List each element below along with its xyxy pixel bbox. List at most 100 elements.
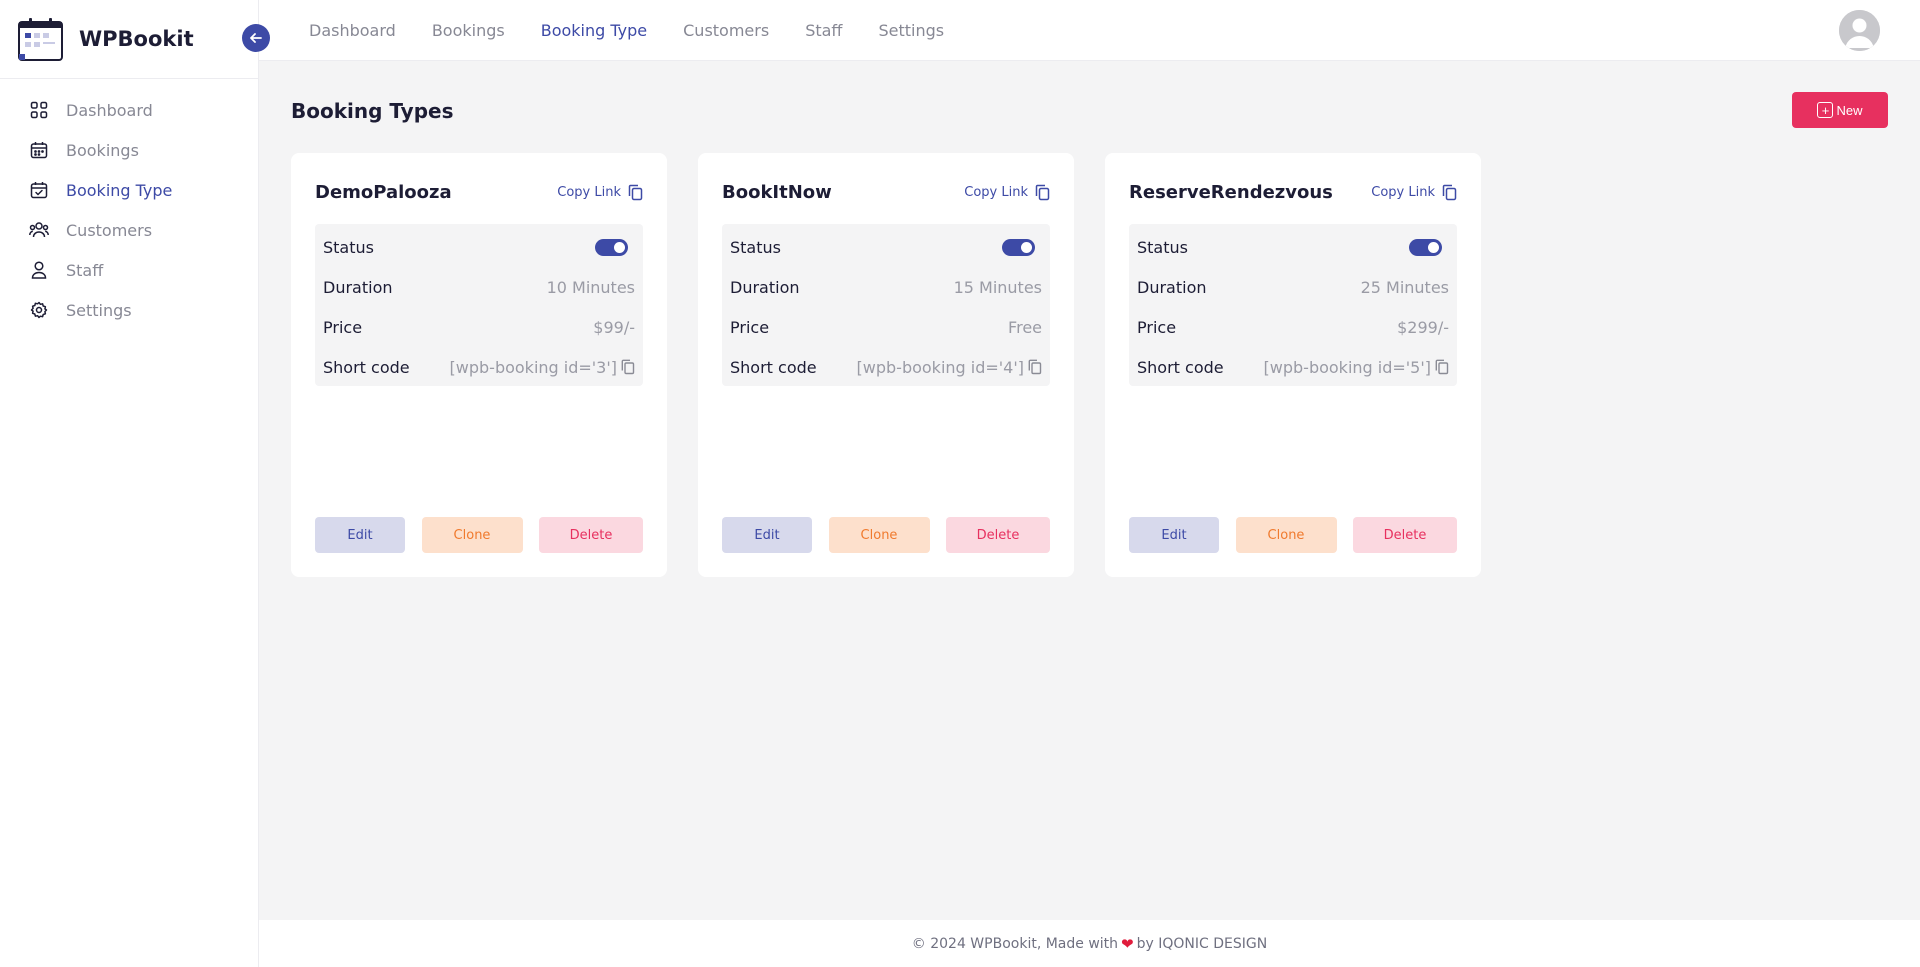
topnav-dashboard[interactable]: Dashboard (309, 21, 396, 40)
sidebar-item-label: Dashboard (66, 100, 153, 120)
copy-link-button[interactable]: Copy Link (557, 184, 643, 201)
card-details: Status Duration 15 Minutes Price Free Shor… (722, 224, 1050, 386)
duration-value: 25 Minutes (1360, 277, 1449, 297)
duration-value: 10 Minutes (546, 277, 635, 297)
avatar[interactable] (1839, 10, 1880, 51)
sidebar-item-label: Staff (66, 260, 104, 280)
booking-type-card: ReserveRendezvous Copy Link Status Durat… (1105, 153, 1481, 577)
price-label: Price (730, 317, 770, 337)
sidebar-item-label: Customers (66, 220, 153, 240)
copy-link-button[interactable]: Copy Link (1371, 184, 1457, 201)
clone-button[interactable]: Clone (1235, 517, 1337, 553)
copy-link-label: Copy Link (964, 184, 1028, 200)
card-title: ReserveRendezvous (1129, 181, 1333, 203)
price-label: Price (1137, 317, 1177, 337)
brand-name: WPBookit (79, 27, 194, 51)
booking-type-card: DemoPalooza Copy Link Status Duration 10 … (291, 153, 667, 577)
status-label: Status (323, 237, 374, 257)
clone-button[interactable]: Clone (421, 517, 523, 553)
calendar-icon (29, 140, 49, 160)
status-label: Status (1137, 237, 1188, 257)
status-toggle[interactable] (595, 238, 628, 256)
copy-shortcode-button[interactable] (621, 359, 635, 375)
heart-icon: ❤ (1121, 934, 1134, 953)
arrow-left-icon (250, 33, 262, 43)
sidebar: WPBookit Dashboard Bookings Booking Type (0, 0, 270, 967)
copy-icon (621, 359, 635, 375)
topnav-bookings[interactable]: Bookings (432, 21, 505, 40)
shortcode-value: [wpb-booking id='3'] (449, 357, 617, 377)
sidebar-item-staff[interactable]: Staff (0, 250, 258, 290)
copy-shortcode-button[interactable] (1435, 359, 1449, 375)
new-button-label: New (1836, 102, 1863, 118)
clone-button[interactable]: Clone (828, 517, 930, 553)
status-toggle[interactable] (1409, 238, 1442, 256)
duration-label: Duration (323, 277, 393, 297)
sidebar-item-settings[interactable]: Settings (0, 290, 258, 330)
collapse-sidebar-button[interactable] (242, 24, 270, 52)
edit-button[interactable]: Edit (722, 517, 812, 553)
footer-credit: by IQONIC DESIGN (1136, 935, 1268, 952)
booking-type-card: BookItNow Copy Link Status Duration 15 Mi… (698, 153, 1074, 577)
shortcode-label: Short code (730, 357, 817, 377)
card-title: BookItNow (722, 181, 832, 203)
shortcode-label: Short code (323, 357, 410, 377)
plus-square-icon: + (1817, 102, 1834, 118)
duration-value: 15 Minutes (953, 277, 1042, 297)
sidebar-item-customers[interactable]: Customers (0, 210, 258, 250)
user-avatar-icon (1839, 10, 1880, 51)
brand: WPBookit (0, 0, 270, 79)
copy-link-button[interactable]: Copy Link (964, 184, 1050, 201)
user-icon (29, 260, 49, 280)
price-label: Price (323, 317, 363, 337)
price-value: $99/- (593, 317, 635, 337)
new-booking-type-button[interactable]: + New (1792, 92, 1888, 128)
topnav-customers[interactable]: Customers (683, 21, 769, 40)
edit-button[interactable]: Edit (1129, 517, 1219, 553)
sidebar-item-label: Booking Type (66, 180, 173, 200)
duration-label: Duration (730, 277, 800, 297)
topnav-staff[interactable]: Staff (805, 21, 842, 40)
duration-label: Duration (1137, 277, 1207, 297)
copy-icon (1028, 359, 1042, 375)
calendar-logo-icon (17, 17, 64, 62)
users-icon (29, 220, 49, 240)
copy-icon (1035, 184, 1050, 200)
shortcode-value: [wpb-booking id='4'] (856, 357, 1024, 377)
shortcode-label: Short code (1137, 357, 1224, 377)
copy-link-label: Copy Link (1371, 184, 1435, 200)
top-header: Dashboard Bookings Booking Type Customer… (259, 0, 1920, 61)
sidebar-nav: Dashboard Bookings Booking Type Customer… (0, 79, 258, 330)
sidebar-item-label: Settings (66, 300, 132, 320)
copy-link-label: Copy Link (557, 184, 621, 200)
copy-shortcode-button[interactable] (1028, 359, 1042, 375)
topnav-settings[interactable]: Settings (878, 21, 944, 40)
topnav-booking-type[interactable]: Booking Type (541, 21, 647, 40)
sidebar-item-label: Bookings (66, 140, 139, 160)
price-value: $299/- (1397, 317, 1449, 337)
delete-button[interactable]: Delete (539, 517, 643, 553)
card-details: Status Duration 10 Minutes Price $99/- Sho… (315, 224, 643, 386)
top-nav: Dashboard Bookings Booking Type Customer… (259, 21, 980, 40)
status-label: Status (730, 237, 781, 257)
card-details: Status Duration 25 Minutes Price $299/- Sh… (1129, 224, 1457, 386)
calendar-check-icon (29, 180, 49, 200)
footer: © 2024 WPBookit, Made with ❤ by IQONIC D… (259, 920, 1920, 967)
page-title: Booking Types (291, 99, 454, 123)
grid-icon (29, 100, 49, 120)
copy-icon (1442, 184, 1457, 200)
delete-button[interactable]: Delete (1353, 517, 1457, 553)
card-title: DemoPalooza (315, 181, 452, 203)
sidebar-item-dashboard[interactable]: Dashboard (0, 90, 258, 130)
sidebar-item-booking-type[interactable]: Booking Type (0, 170, 258, 210)
sidebar-item-bookings[interactable]: Bookings (0, 130, 258, 170)
shortcode-value: [wpb-booking id='5'] (1263, 357, 1431, 377)
copy-icon (628, 184, 643, 200)
status-toggle[interactable] (1002, 238, 1035, 256)
price-value: Free (1008, 317, 1042, 337)
gear-icon (29, 300, 49, 320)
copy-icon (1435, 359, 1449, 375)
footer-copyright: © 2024 WPBookit, Made with (911, 935, 1119, 952)
delete-button[interactable]: Delete (946, 517, 1050, 553)
edit-button[interactable]: Edit (315, 517, 405, 553)
